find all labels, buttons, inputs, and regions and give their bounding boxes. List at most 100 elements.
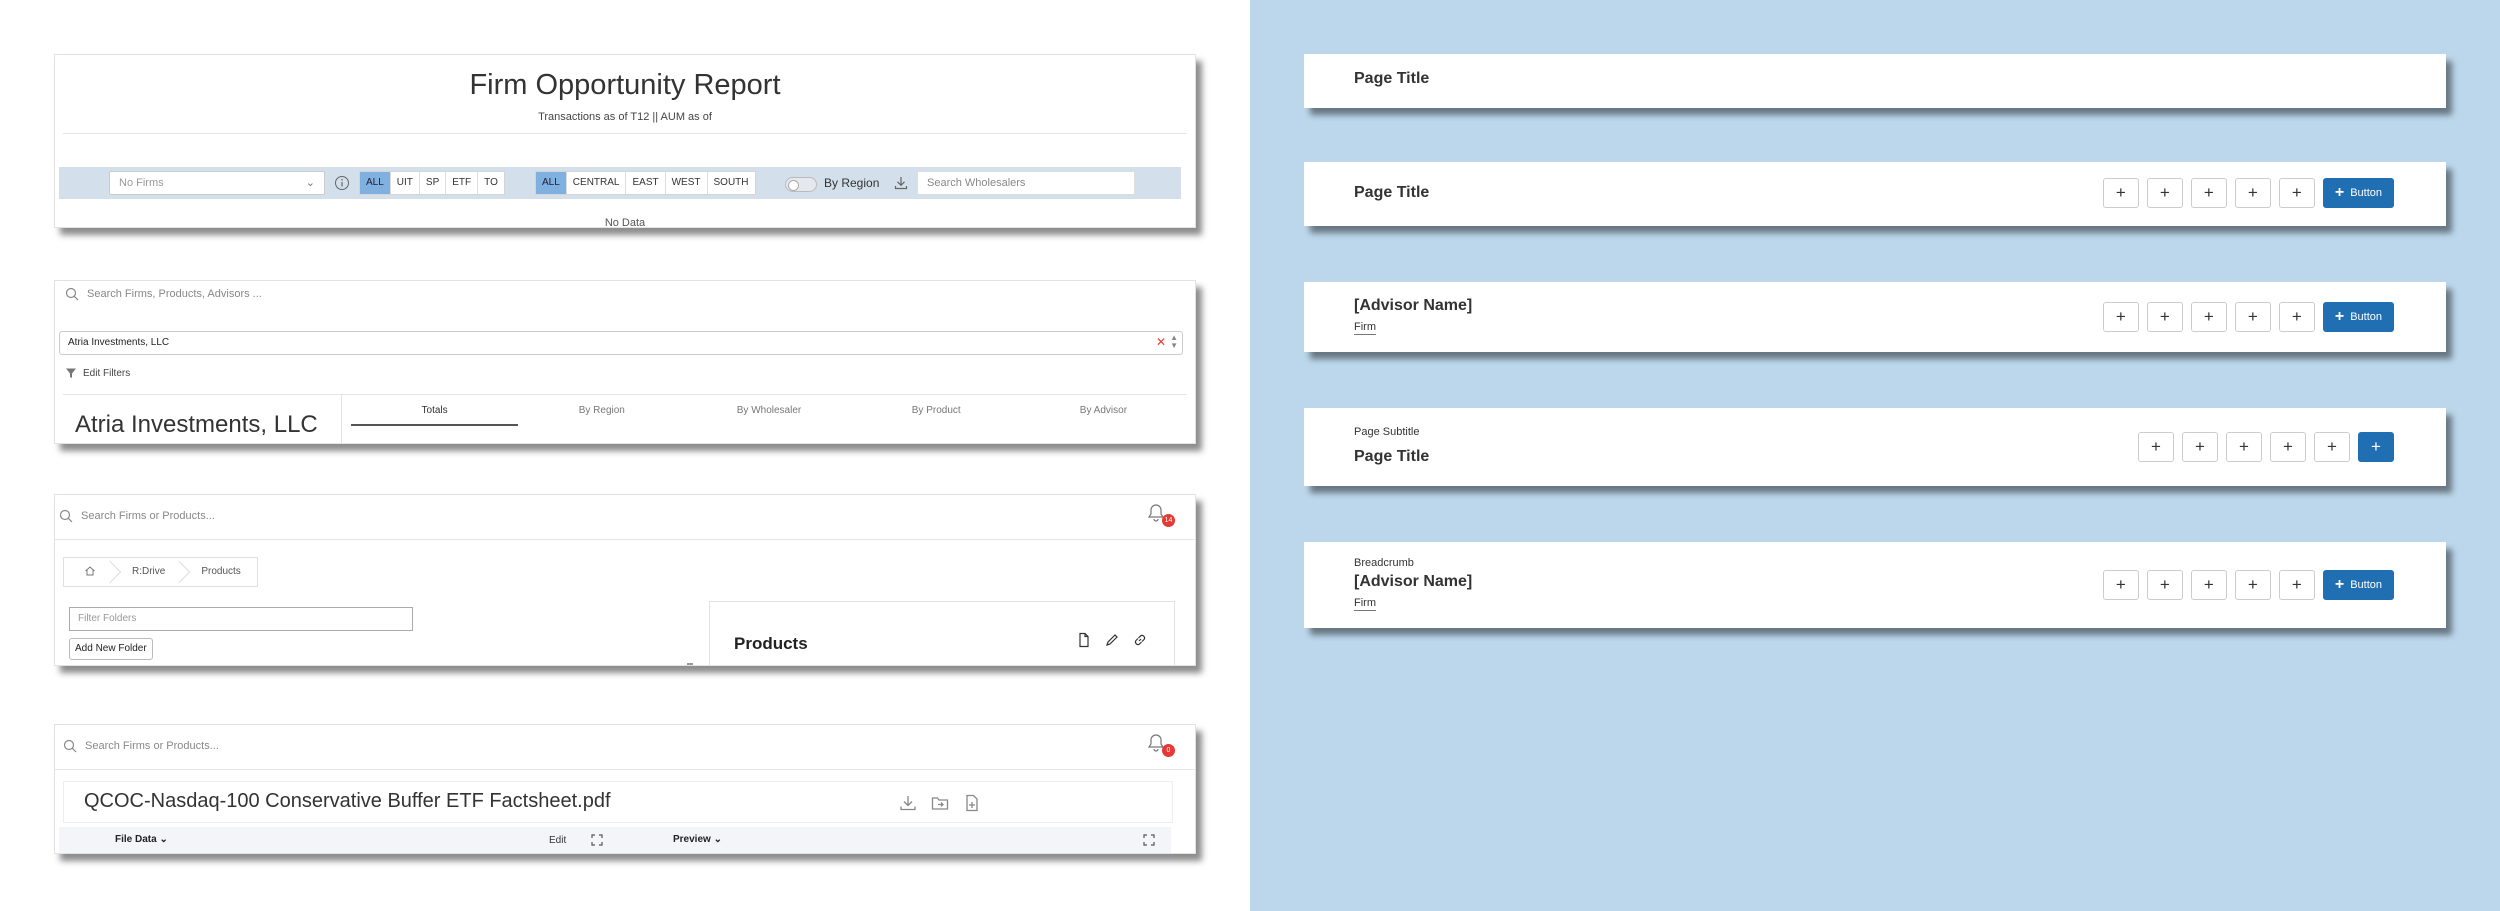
- home-icon: [84, 565, 96, 577]
- edit-filters-button[interactable]: Edit Filters: [65, 367, 130, 379]
- tab-by-region[interactable]: By Region: [518, 405, 685, 426]
- download-icon[interactable]: [893, 175, 909, 191]
- region-filter-south[interactable]: SOUTH: [708, 172, 755, 194]
- firm-link[interactable]: Firm: [1354, 597, 1376, 611]
- header-actions: + + + + + + Button: [2102, 178, 2394, 208]
- region-filter-group: ALL CENTRAL EAST WEST SOUTH: [535, 171, 756, 195]
- move-folder-icon[interactable]: [930, 793, 950, 813]
- product-filter-group: ALL UIT SP ETF TO: [359, 171, 505, 195]
- file-data-dropdown[interactable]: File Data ⌄: [115, 834, 168, 845]
- firm-select-value: No Firms: [119, 177, 164, 189]
- product-filter-etf[interactable]: ETF: [446, 172, 479, 194]
- filter-icon: [65, 367, 77, 379]
- breadcrumb-rdrive[interactable]: R:Drive: [112, 558, 181, 586]
- global-search[interactable]: Search Firms, Products, Advisors ...: [65, 287, 262, 301]
- report-filter-bar: No Firms ⌄ ALL UIT SP ETF TO ALL CENTRAL…: [59, 167, 1181, 199]
- page-header-basic: Page Title: [1304, 54, 2446, 108]
- add-button[interactable]: +: [2190, 570, 2227, 600]
- add-button[interactable]: +: [2270, 432, 2306, 462]
- add-button[interactable]: +: [2234, 570, 2271, 600]
- tab-by-product[interactable]: By Product: [853, 405, 1020, 426]
- expand-icon[interactable]: [1143, 834, 1155, 846]
- by-region-toggle[interactable]: [785, 177, 817, 192]
- region-filter-all[interactable]: ALL: [536, 172, 567, 194]
- firm-product-search[interactable]: Search Firms or Products...: [63, 739, 219, 753]
- firm-link[interactable]: Firm: [1354, 321, 1376, 335]
- divider: [63, 133, 1187, 134]
- region-filter-west[interactable]: WEST: [666, 172, 708, 194]
- file-data-label: File Data: [115, 834, 157, 845]
- edit-icon[interactable]: [1104, 632, 1120, 648]
- clear-icon[interactable]: ✕: [1156, 335, 1166, 349]
- tab-by-advisor[interactable]: By Advisor: [1020, 405, 1187, 426]
- product-filter-sp[interactable]: SP: [420, 172, 447, 194]
- breadcrumb[interactable]: Breadcrumb: [1354, 557, 1414, 569]
- notification-badge: 0: [1162, 744, 1175, 757]
- notification-badge: 14: [1162, 514, 1175, 527]
- primary-button[interactable]: + Button: [2322, 178, 2394, 208]
- primary-button-label: Button: [2350, 579, 2382, 591]
- product-filter-all[interactable]: ALL: [360, 172, 391, 194]
- download-icon[interactable]: [898, 793, 918, 813]
- tab-totals[interactable]: Totals: [351, 405, 519, 426]
- sort-arrows-icon[interactable]: ▲ ▼: [1170, 334, 1178, 350]
- add-button[interactable]: +: [2146, 302, 2183, 332]
- firm-selector-value: Atria Investments, LLC: [68, 337, 170, 348]
- add-button[interactable]: +: [2278, 302, 2315, 332]
- firm-product-search[interactable]: Search Firms or Products...: [59, 509, 215, 523]
- region-filter-east[interactable]: EAST: [626, 172, 666, 194]
- add-file-icon[interactable]: [962, 793, 982, 813]
- edit-button[interactable]: Edit: [549, 835, 566, 846]
- breadcrumb: R:Drive Products: [63, 557, 258, 587]
- products-panel: Products: [709, 601, 1175, 665]
- add-button[interactable]: +: [2138, 432, 2174, 462]
- add-button[interactable]: +: [2102, 178, 2139, 208]
- plus-icon: +: [2334, 576, 2345, 593]
- global-search-placeholder: Search Firms, Products, Advisors ...: [87, 288, 262, 300]
- preview-dropdown[interactable]: Preview ⌄: [673, 834, 722, 845]
- breadcrumb-products[interactable]: Products: [181, 558, 256, 586]
- add-button[interactable]: +: [2190, 178, 2227, 208]
- page-title: Page Title: [1354, 448, 1430, 465]
- primary-button[interactable]: + Button: [2322, 570, 2394, 600]
- add-button[interactable]: +: [2190, 302, 2227, 332]
- firm-select[interactable]: No Firms ⌄: [109, 171, 325, 195]
- add-button[interactable]: +: [2234, 178, 2271, 208]
- product-filter-uit[interactable]: UIT: [391, 172, 420, 194]
- search-icon: [65, 287, 79, 301]
- divider: [63, 394, 1187, 395]
- header-actions: + + + + + +: [2138, 432, 2394, 462]
- tab-by-wholesaler[interactable]: By Wholesaler: [685, 405, 852, 426]
- product-filter-to[interactable]: TO: [478, 172, 504, 194]
- left-panel: Firm Opportunity Report Transactions as …: [0, 0, 1250, 911]
- expand-icon[interactable]: [591, 834, 603, 846]
- add-button[interactable]: +: [2314, 432, 2350, 462]
- wholesaler-search-input[interactable]: Search Wholesalers: [917, 171, 1135, 195]
- add-button[interactable]: +: [2278, 570, 2315, 600]
- link-icon[interactable]: [1132, 632, 1148, 648]
- page-title: Page Title: [1354, 184, 1430, 201]
- region-filter-central[interactable]: CENTRAL: [567, 172, 627, 194]
- plus-icon: +: [2334, 308, 2345, 325]
- add-button[interactable]: +: [2234, 302, 2271, 332]
- add-new-folder-button[interactable]: Add New Folder: [69, 638, 153, 660]
- info-icon[interactable]: [334, 175, 350, 191]
- add-button[interactable]: +: [2182, 432, 2218, 462]
- file-name: QCOC-Nasdaq-100 Conservative Buffer ETF …: [84, 790, 611, 812]
- add-button[interactable]: +: [2102, 570, 2139, 600]
- firm-name-heading: Atria Investments, LLC: [75, 411, 318, 438]
- primary-add-button[interactable]: +: [2358, 432, 2394, 462]
- add-button[interactable]: +: [2102, 302, 2139, 332]
- breadcrumb-home[interactable]: [64, 558, 112, 586]
- primary-button[interactable]: + Button: [2322, 302, 2394, 332]
- add-button[interactable]: +: [2146, 178, 2183, 208]
- firm-selector[interactable]: Atria Investments, LLC ✕ ▲ ▼: [59, 331, 1183, 355]
- add-button[interactable]: +: [2278, 178, 2315, 208]
- by-region-label: By Region: [824, 176, 880, 190]
- report-subtitle: Transactions as of T12 || AUM as of: [538, 111, 712, 123]
- document-icon[interactable]: [1076, 632, 1092, 648]
- add-button[interactable]: +: [2146, 570, 2183, 600]
- add-button[interactable]: +: [2226, 432, 2262, 462]
- resize-handle[interactable]: [687, 663, 693, 665]
- filter-folders-input[interactable]: Filter Folders: [69, 607, 413, 631]
